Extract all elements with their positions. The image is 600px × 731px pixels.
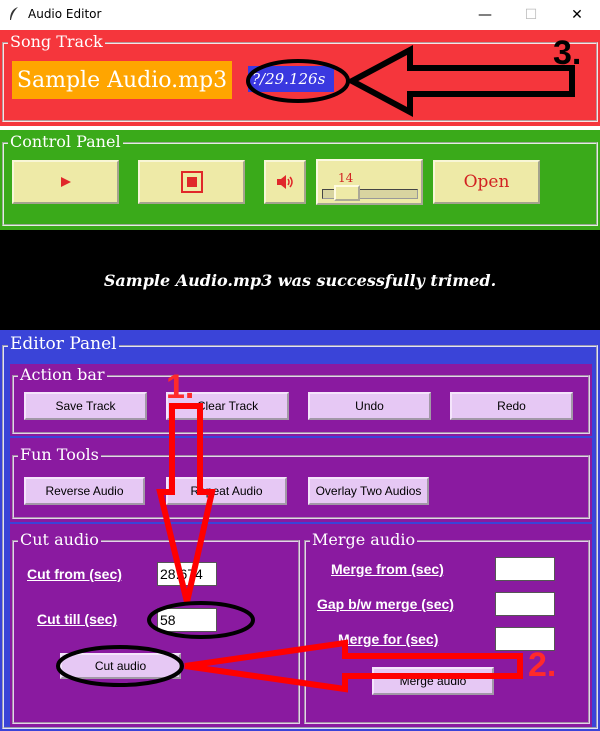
title-bar: Audio Editor — ☐ ✕ [0,0,600,30]
annotation-label-3: 3. [553,34,582,72]
status-message: Sample Audio.mp3 was successfully trimed… [0,230,600,330]
editor-panel-legend: Editor Panel [8,334,119,354]
feather-icon [10,7,18,20]
maximize-button[interactable]: ☐ [508,0,554,30]
window-title: Audio Editor [28,7,102,21]
cut-audio-legend: Cut audio [18,530,101,549]
close-button[interactable]: ✕ [554,0,600,30]
cut-from-field[interactable]: 28.674 [157,562,217,586]
save-track-button[interactable]: Save Track [24,392,147,420]
control-panel-legend: Control Panel [8,132,123,151]
merge-from-label: Merge from (sec) [331,561,444,577]
merge-gap-label: Gap b/w merge (sec) [317,596,454,612]
stop-icon [180,171,203,193]
overlay-two-audios-button[interactable]: Overlay Two Audios [308,477,429,505]
repeat-audio-button[interactable]: Repeat Audio [166,477,287,505]
minimize-button[interactable]: — [462,0,508,30]
song-time: ?/29.126s [248,66,334,92]
reverse-audio-button[interactable]: Reverse Audio [24,477,145,505]
action-bar-legend: Action bar [18,365,107,384]
annotation-label-2: 2. [528,646,557,684]
fun-tools-legend: Fun Tools [18,445,101,464]
open-button[interactable]: Open [433,160,540,204]
volume-value: 14 [338,171,354,185]
redo-button[interactable]: Redo [450,392,573,420]
merge-audio-legend: Merge audio [310,530,418,549]
song-track-legend: Song Track [8,32,105,51]
merge-gap-field[interactable] [495,592,555,616]
merge-audio-button[interactable]: Merge audio [372,667,494,695]
play-icon [60,177,71,187]
merge-from-field[interactable] [495,557,555,581]
song-filename: Sample Audio.mp3 [12,61,232,99]
merge-audio-panel: Merge audio [302,524,592,727]
undo-button[interactable]: Undo [308,392,431,420]
cut-from-label: Cut from (sec) [27,566,122,582]
annotation-label-1: 1. [166,368,195,406]
merge-for-label: Merge for (sec) [338,631,439,647]
play-button[interactable] [12,160,119,204]
cut-till-field[interactable]: 58 [157,608,217,632]
cut-till-label: Cut till (sec) [37,611,118,627]
volume-button[interactable] [264,160,306,204]
volume-thumb[interactable] [334,185,360,201]
stop-button[interactable] [138,160,245,204]
cut-audio-button[interactable]: Cut audio [60,653,181,679]
volume-slider[interactable]: 14 [316,159,423,205]
speaker-icon [277,175,293,189]
